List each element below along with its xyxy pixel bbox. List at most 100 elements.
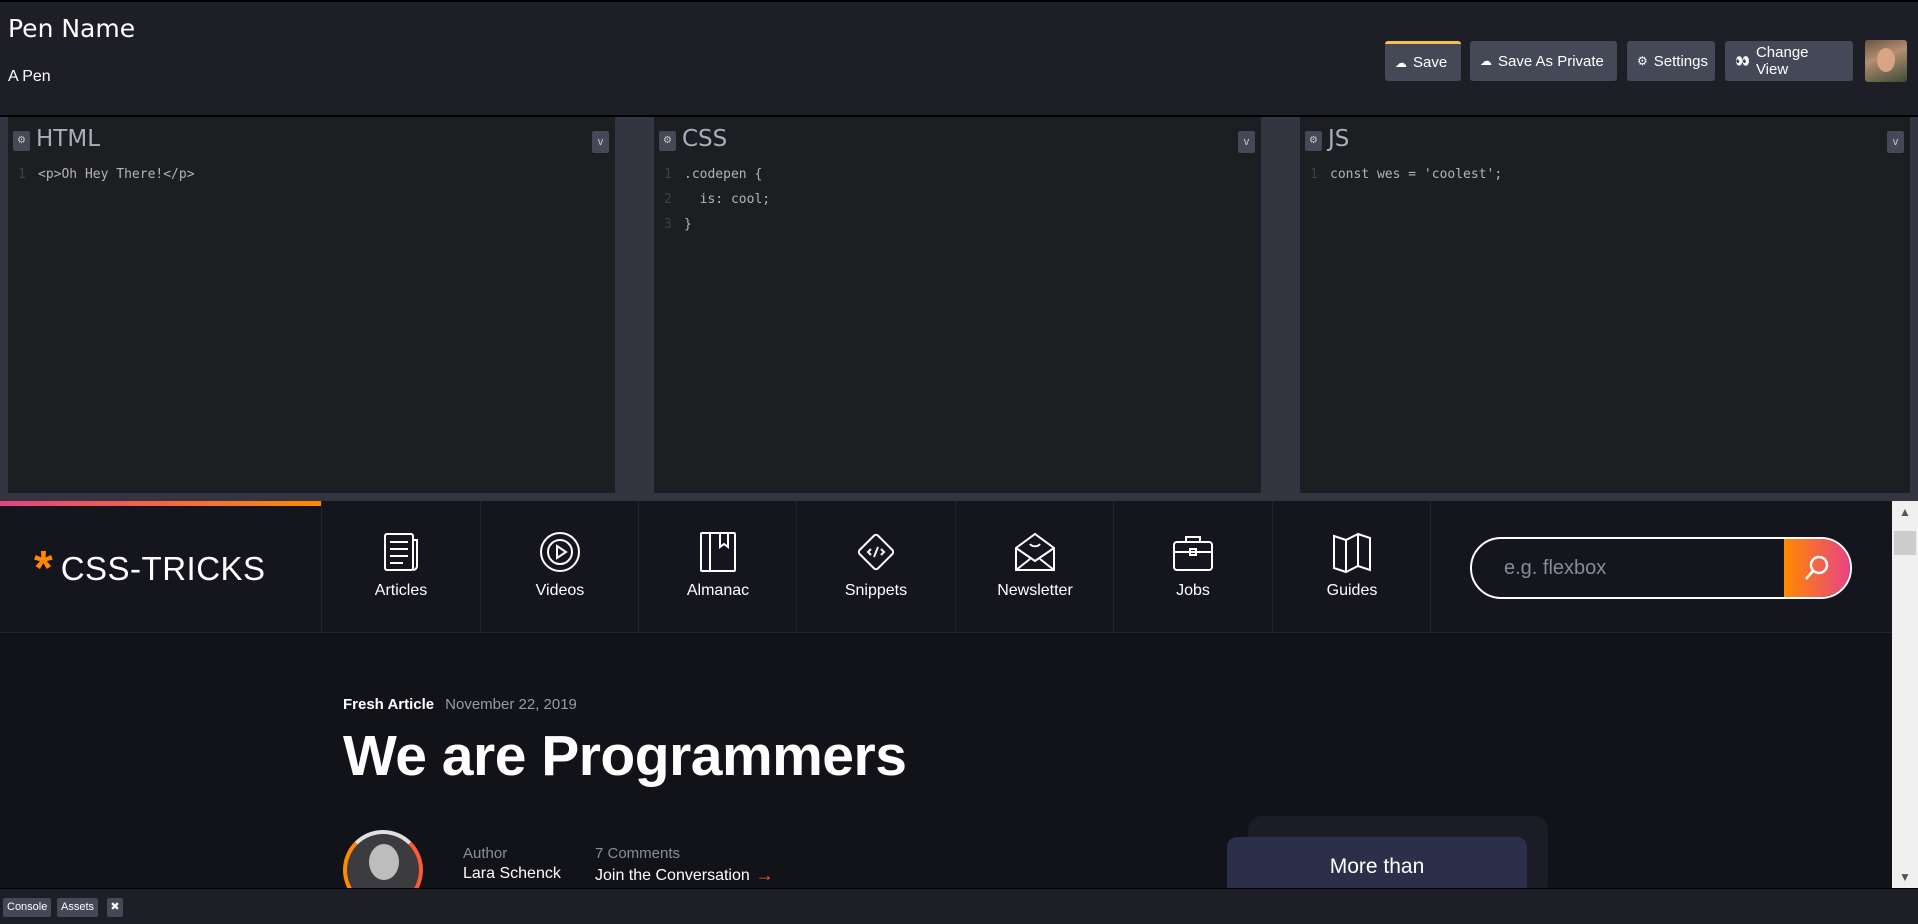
css-editor-title: CSS [682,126,728,152]
css-code[interactable]: 1 .codepen { 2 is: cool; 3 } [654,163,1261,240]
line-number: 1 [664,167,672,182]
code-line: 1 const wes = 'coolest'; [1300,165,1910,190]
change-view-button[interactable]: 👀 Change View [1725,41,1853,81]
promo-text: More than [1329,855,1425,878]
settings-label: Settings [1653,52,1708,70]
line-number: 3 [664,217,672,232]
js-code[interactable]: 1 const wes = 'coolest'; [1300,163,1910,190]
articles-icon [384,533,418,571]
cloud-icon: ☁ [1480,54,1492,68]
nav-label: Guides [1326,582,1378,599]
eyes-icon: 👀 [1735,54,1750,68]
newsletter-icon [1015,532,1055,571]
pen-header: Pen Name A Pen ☁ Save ☁ Save As Private … [0,0,1918,117]
html-editor[interactable]: ⚙ HTML v 1 <p>Oh Hey There!</p> [0,117,623,501]
gear-icon[interactable]: ⚙ [1305,131,1322,151]
author-meta: Author Lara Schenck [463,845,561,883]
logo-text: CSS-TRICKS [60,550,266,587]
scrollbar-thumb[interactable] [1894,531,1916,555]
nav-accent-bar [0,501,321,506]
gear-icon[interactable]: ⚙ [13,131,30,151]
article-title[interactable]: We are Programmers [343,723,907,789]
chevron-down-icon[interactable]: v [1887,131,1904,153]
jobs-icon [1173,536,1213,571]
nav-label: Videos [535,582,585,599]
code-text: .codepen { [684,167,763,182]
author-name[interactable]: Lara Schenck [463,865,561,883]
comments-meta: 7 Comments Join the Conversation → [595,845,774,886]
star-icon: * [34,542,53,595]
save-private-button[interactable]: ☁ Save As Private [1470,41,1617,81]
author-label: Author [463,845,508,862]
guides-icon [1333,532,1371,574]
site-nav: * CSS-TRICKS Articles Videos Almanac Sni… [0,501,1892,633]
settings-button[interactable]: ⚙ Settings [1627,41,1715,81]
html-editor-title: HTML [36,126,101,152]
code-line: 1 <p>Oh Hey There!</p> [8,165,615,190]
nav-label: Articles [374,582,428,599]
comments-count: 7 Comments [595,845,681,862]
html-code[interactable]: 1 <p>Oh Hey There!</p> [8,163,615,190]
nav-item-jobs[interactable]: Jobs [1113,501,1272,633]
cloud-icon: ☁ [1395,55,1407,70]
preview-frame[interactable]: * CSS-TRICKS Articles Videos Almanac Sni… [0,501,1918,888]
search-button[interactable] [1784,539,1850,597]
site-logo[interactable]: * CSS-TRICKS [34,542,266,595]
scroll-down-icon[interactable]: ▼ [1892,866,1918,888]
pen-title[interactable]: Pen Name [8,14,135,43]
search-icon [1805,555,1829,580]
comments-link[interactable]: Join the Conversation → [595,865,774,886]
code-line: 2 is: cool; [654,190,1261,215]
preview-scrollbar[interactable]: ▲ ▼ [1892,501,1918,888]
search-box [1470,537,1852,599]
author-avatar[interactable] [343,830,423,888]
code-line: 3 } [654,215,1261,240]
snippets-icon [857,533,895,571]
console-button[interactable]: Console [3,898,52,917]
code-text: const wes = 'coolest'; [1330,167,1503,182]
nav-item-newsletter[interactable]: Newsletter [955,501,1114,633]
nav-divider [1430,501,1431,633]
almanac-icon [700,532,736,572]
js-editor[interactable]: ⚙ JS v 1 const wes = 'coolest'; [1292,117,1918,501]
line-number: 1 [1310,167,1318,182]
save-private-label: Save As Private [1498,52,1604,70]
user-avatar[interactable] [1865,40,1907,82]
css-editor[interactable]: ⚙ CSS v 1 .codepen { 2 is: cool; 3 } [646,117,1269,501]
close-icon[interactable]: ✖ [107,898,123,917]
nav-label: Snippets [844,582,908,599]
nav-label: Almanac [686,582,750,599]
comments-link-text: Join the Conversation [595,866,750,884]
kicker-label: Fresh Article [343,696,435,713]
code-text: } [684,217,692,232]
chevron-down-icon[interactable]: v [592,131,609,153]
gear-icon: ⚙ [1637,54,1648,68]
promo-card[interactable]: More than [1227,837,1527,888]
search-input[interactable] [1472,539,1784,597]
editor-panes: ⚙ HTML v 1 <p>Oh Hey There!</p> ⚙ CSS v … [0,117,1918,501]
chevron-down-icon[interactable]: v [1238,131,1255,153]
nav-item-articles[interactable]: Articles [321,501,480,633]
code-line: 1 .codepen { [654,165,1261,190]
css-editor-header: ⚙ CSS v [654,117,1261,163]
nav-item-videos[interactable]: Videos [480,501,639,633]
js-editor-header: ⚙ JS v [1300,117,1910,163]
scroll-up-icon[interactable]: ▲ [1892,501,1918,523]
assets-button[interactable]: Assets [57,898,99,917]
change-view-label: Change View [1755,44,1809,78]
videos-icon [540,532,580,572]
save-label: Save [1413,54,1448,71]
nav-item-guides[interactable]: Guides [1272,501,1431,633]
nav-item-almanac[interactable]: Almanac [638,501,797,633]
article-kicker: Fresh Article November 22, 2019 [343,696,906,713]
line-number: 1 [18,167,26,182]
html-editor-header: ⚙ HTML v [8,117,615,163]
nav-item-snippets[interactable]: Snippets [796,501,955,633]
nav-label: Newsletter [997,582,1073,599]
save-button[interactable]: ☁ Save [1385,41,1461,81]
line-number: 2 [664,192,672,207]
code-text: is: cool; [684,192,771,207]
js-editor-title: JS [1328,126,1350,152]
nav-label: Jobs [1176,582,1210,599]
gear-icon[interactable]: ⚙ [659,131,676,151]
